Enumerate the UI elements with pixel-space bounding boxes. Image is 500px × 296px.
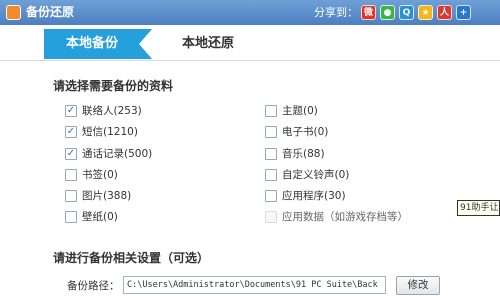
wechat-icon[interactable]: ● <box>380 5 395 20</box>
sms-checkbox[interactable]: ✓ <box>65 126 77 138</box>
music-checkbox[interactable] <box>265 148 277 160</box>
option-label: 通话记录(500) <box>82 148 153 160</box>
option-label: 图片(388) <box>82 190 132 202</box>
contacts-checkbox[interactable]: ✓ <box>65 105 77 117</box>
tab-bar: 本地备份 本地还原 <box>0 25 500 61</box>
share-label: 分享到： <box>314 6 358 19</box>
option-label: 壁纸(0) <box>82 211 118 223</box>
option-label: 电子书(0) <box>282 126 329 138</box>
more-share-icon[interactable]: + <box>456 5 471 20</box>
option-label: 联络人(253) <box>82 105 142 117</box>
ringtones-checkbox[interactable] <box>265 169 277 181</box>
app-data-checkbox <box>265 211 277 223</box>
qzone-icon[interactable]: ★ <box>418 5 433 20</box>
qq-icon[interactable]: Q <box>399 5 414 20</box>
modify-path-button[interactable]: 修改 <box>396 276 440 295</box>
select-data-heading: 请选择需要备份的资料 <box>53 79 174 93</box>
tab-local-backup[interactable]: 本地备份 <box>44 29 152 59</box>
ebooks-checkbox[interactable] <box>265 126 277 138</box>
weibo-icon[interactable]: 微 <box>361 5 376 20</box>
call-log-checkbox[interactable]: ✓ <box>65 148 77 160</box>
pictures-checkbox[interactable] <box>65 190 77 202</box>
option-label: 书签(0) <box>82 169 118 181</box>
option-label: 应用数据（如游戏存档等） <box>282 211 408 223</box>
themes-checkbox[interactable] <box>265 105 277 117</box>
option-label: 音乐(88) <box>282 148 325 160</box>
bookmarks-checkbox[interactable] <box>65 169 77 181</box>
app-logo-icon <box>6 5 21 20</box>
backup-path-label: 备份路径： <box>67 280 120 292</box>
backup-path-field[interactable]: C:\Users\Administrator\Documents\91 PC S… <box>123 276 386 294</box>
window-title: 备份还原 <box>26 5 75 19</box>
settings-heading: 请进行备份相关设置（可选） <box>53 251 210 265</box>
wallpaper-checkbox[interactable] <box>65 211 77 223</box>
option-label: 主题(0) <box>282 105 318 117</box>
option-label: 应用程序(30) <box>282 190 346 202</box>
title-bar: 备份还原 分享到： 微 ● Q ★ 人 + <box>0 0 500 25</box>
tab-local-restore[interactable]: 本地还原 <box>182 29 234 59</box>
option-label: 自定义铃声(0) <box>282 169 350 181</box>
option-label: 短信(1210) <box>82 126 138 138</box>
applications-checkbox[interactable] <box>265 190 277 202</box>
tooltip: 91助手让 <box>457 200 500 216</box>
renren-icon[interactable]: 人 <box>437 5 452 20</box>
